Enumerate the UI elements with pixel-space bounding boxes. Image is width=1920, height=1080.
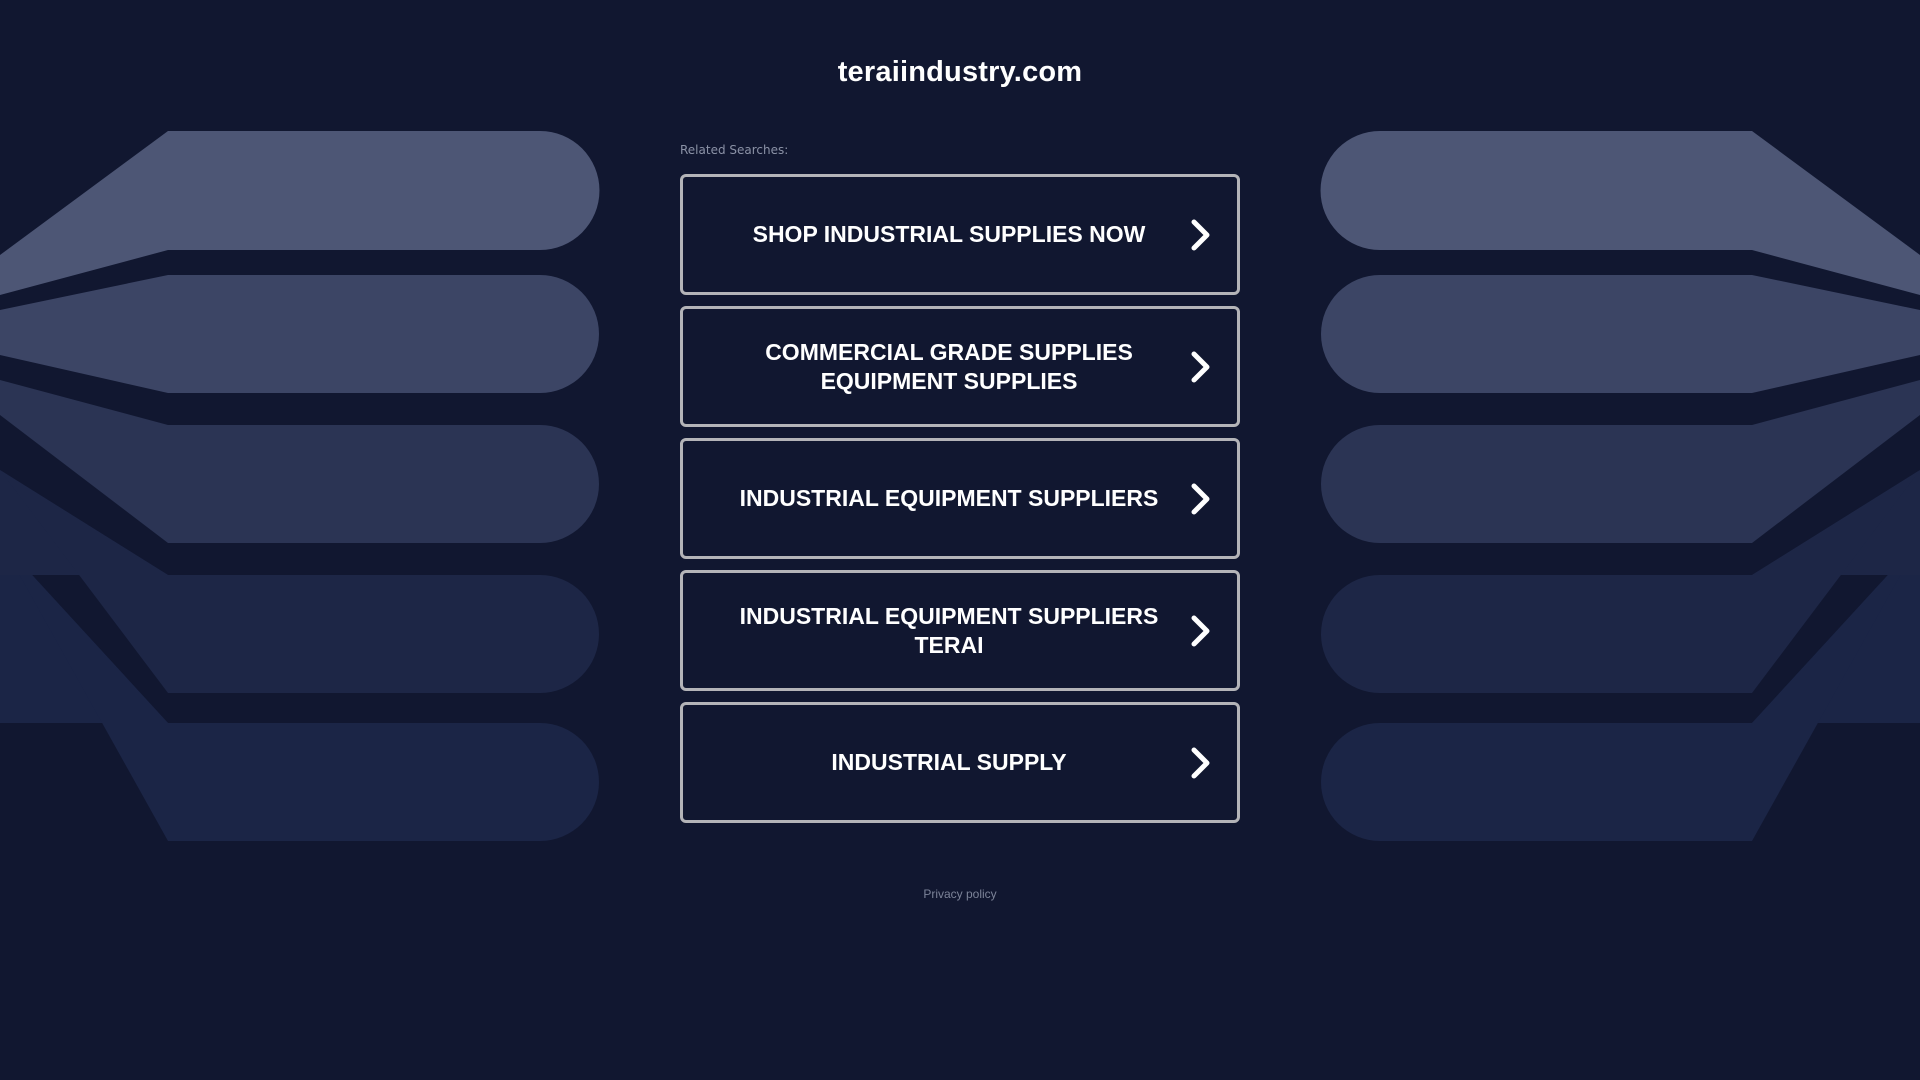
related-search-label: INDUSTRIAL SUPPLY [831,749,1067,775]
left-decoration [0,131,600,841]
related-search-link-4[interactable]: INDUSTRIAL EQUIPMENT SUPPLIERS TERAI [680,570,1240,691]
parked-domain-page: teraiindustry.com Related Searches: SHOP… [0,0,1920,1080]
domain-title: teraiindustry.com [837,56,1083,88]
related-searches-list: SHOP INDUSTRIAL SUPPLIES NOW COMMERCIAL … [680,174,1240,834]
related-search-link-1[interactable]: SHOP INDUSTRIAL SUPPLIES NOW [680,174,1240,295]
related-search-label: INDUSTRIAL EQUIPMENT SUPPLIERS [739,485,1159,511]
chevron-right-icon [1191,615,1210,646]
chevron-right-icon [1191,219,1210,250]
related-search-label: SHOP INDUSTRIAL SUPPLIES NOW [752,221,1146,247]
related-search-link-2[interactable]: COMMERCIAL GRADE SUPPLIES EQUIPMENT SUPP… [680,306,1240,427]
privacy-policy-link[interactable]: Privacy policy [0,887,1920,901]
related-search-link-5[interactable]: INDUSTRIAL SUPPLY [680,702,1240,823]
related-search-link-3[interactable]: INDUSTRIAL EQUIPMENT SUPPLIERS [680,438,1240,559]
chevron-right-icon [1191,747,1210,778]
chevron-right-icon [1191,483,1210,514]
related-search-label: INDUSTRIAL EQUIPMENT SUPPLIERS TERAI [739,602,1159,658]
related-searches-label: Related Searches: [680,143,789,157]
chevron-right-icon [1191,351,1210,382]
related-search-label: COMMERCIAL GRADE SUPPLIES EQUIPMENT SUPP… [765,338,1133,394]
right-decoration [1320,131,1920,841]
